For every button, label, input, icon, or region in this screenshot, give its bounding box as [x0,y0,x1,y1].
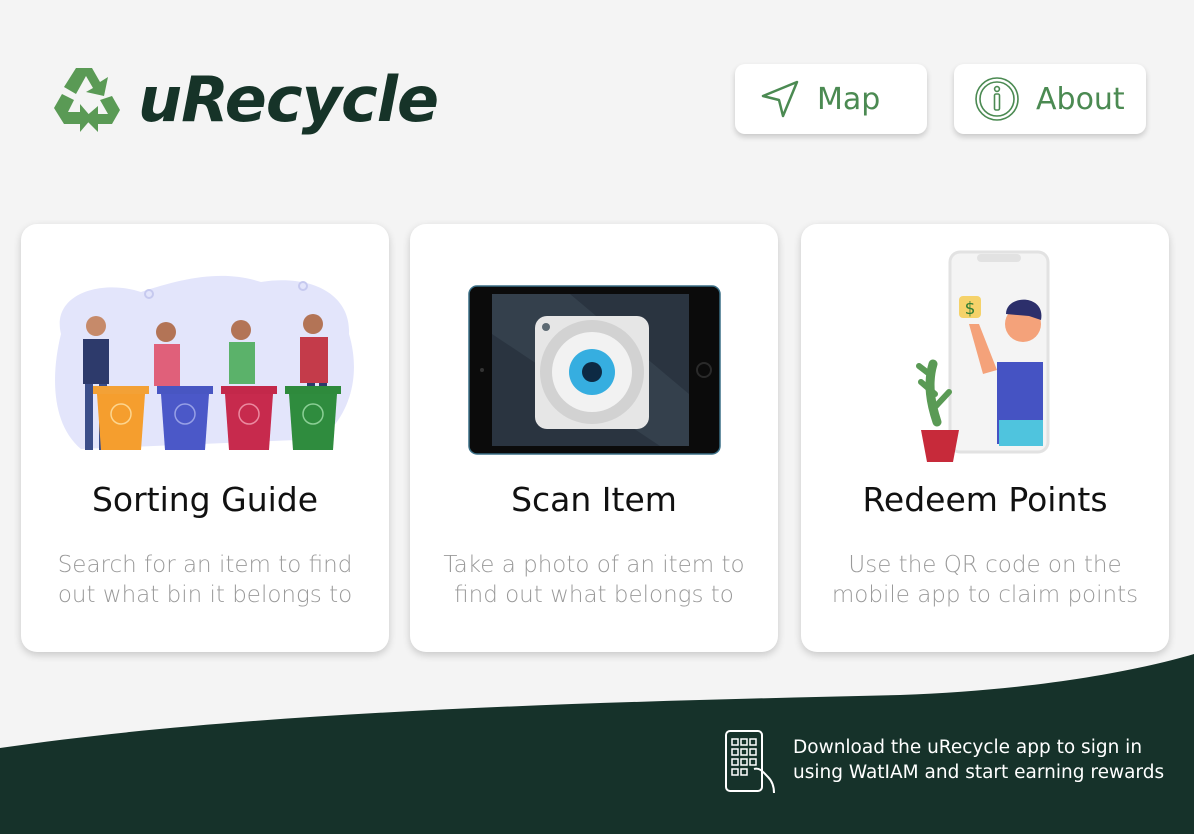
card-description: Take a photo of an item to find out what… [443,552,745,608]
card-title: Redeem Points [862,480,1108,519]
redeem-points-card[interactable]: $ Redeem Points Use the QR code on the m… [801,224,1169,652]
phone-download-icon [725,730,775,794]
app-logo: uRecycle [46,60,439,140]
map-button-label: Map [817,81,881,117]
info-icon [975,77,1019,121]
card-description: Search for an item to find out what bin … [57,552,353,608]
phone-person-illustration: $ [916,250,1050,462]
sorting-guide-card[interactable]: Sorting Guide Search for an item to find… [21,224,389,652]
svg-text:$: $ [965,299,976,319]
map-button[interactable]: Map [735,64,927,134]
card-title: Sorting Guide [91,480,319,519]
tablet-camera-illustration [468,285,721,455]
card-description: Use the QR code on the mobile app to cla… [831,552,1139,608]
people-recycling-illustration [55,275,354,450]
scan-item-card[interactable]: Scan Item Take a photo of an item to fin… [410,224,778,652]
download-app-text: Download the uRecycle app to sign in usi… [793,737,1165,783]
about-button[interactable]: About [954,64,1146,134]
navigation-arrow-icon [761,80,799,118]
card-title: Scan Item [511,480,677,519]
recycle-icon [54,68,120,132]
about-button-label: About [1036,81,1125,117]
app-title: uRecycle [138,63,439,136]
